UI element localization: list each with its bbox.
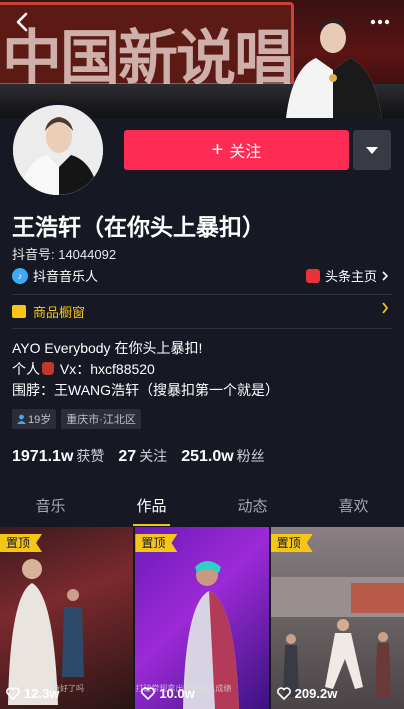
heart-icon <box>141 687 156 700</box>
video-likes: 209.2w <box>276 686 338 701</box>
profile-name: 王浩轩（在你头上暴扣） <box>12 215 265 241</box>
bio-line-2: 个人 Vx：hxcf88520 <box>12 359 279 380</box>
video-likes-count: 209.2w <box>294 686 338 701</box>
pinned-badge: 置顶 <box>135 534 178 552</box>
follow-button[interactable]: + 关注 <box>124 130 349 170</box>
pinned-badge: 置顶 <box>0 534 43 552</box>
likes-label: 获赞 <box>76 448 105 464</box>
bio-line-3: 围脖：王WANG浩轩（搜暴扣第一个就是） <box>12 382 280 398</box>
follow-label: 关注 <box>229 144 262 161</box>
following-stat[interactable]: 27 关注 <box>118 446 167 466</box>
toutiao-homepage-link[interactable]: 头条主页 <box>305 266 390 285</box>
likes-count: 1971.1w <box>12 448 74 465</box>
douyin-id: 抖音号: 14044092 <box>12 247 117 262</box>
video-grid: 置顶 备好了吗 12.3w 置顶 打破常规拿出我的惊人成绩 10.0w 置顶 2… <box>0 527 404 709</box>
avatar-image <box>13 105 103 195</box>
video-likes-count: 12.3w <box>24 686 60 701</box>
profile-stats: 1971.1w 获赞 27 关注 251.0w 粉丝 <box>12 446 279 466</box>
tab-works[interactable]: 作品 <box>101 492 202 526</box>
video-thumbnail[interactable]: 置顶 打破常规拿出我的惊人成绩 10.0w <box>135 527 269 709</box>
pinned-badge: 置顶 <box>270 534 313 552</box>
tab-music[interactable]: 音乐 <box>0 492 101 526</box>
video-likes: 10.0w <box>141 686 195 701</box>
likes-stat[interactable]: 1971.1w 获赞 <box>12 446 104 466</box>
heart-icon <box>6 687 20 700</box>
followers-count: 251.0w <box>181 448 234 465</box>
back-button[interactable] <box>10 10 34 34</box>
chevron-right-icon <box>382 270 389 281</box>
toutiao-label: 头条主页 <box>324 269 377 284</box>
divider <box>12 328 392 329</box>
recommend-dropdown-button[interactable] <box>353 130 391 170</box>
avatar[interactable] <box>10 102 106 198</box>
profile-tags: 19岁 重庆市·江北区 <box>12 409 141 429</box>
more-button[interactable] <box>368 10 392 34</box>
shop-window-label: 商品橱窗 <box>33 305 86 320</box>
shop-icon <box>12 305 26 318</box>
music-badge[interactable]: ♪ 抖音音乐人 <box>12 266 98 285</box>
tab-posts[interactable]: 动态 <box>202 492 303 526</box>
video-likes-count: 10.0w <box>159 686 195 701</box>
tab-liked[interactable]: 喜欢 <box>303 492 404 526</box>
location-tag: 重庆市·江北区 <box>61 409 141 429</box>
plus-icon: + <box>211 139 224 161</box>
followers-label: 粉丝 <box>236 448 265 464</box>
profile-banner: 中国新说唱 <box>0 0 404 118</box>
age-tag: 19岁 <box>12 409 57 429</box>
location-tag-label: 重庆市·江北区 <box>66 414 136 426</box>
video-thumbnail[interactable]: 置顶 209.2w <box>270 527 404 709</box>
backpack-icon <box>42 362 54 375</box>
more-dots-icon <box>370 19 390 25</box>
bio-line-2-prefix: 个人 <box>12 361 40 377</box>
following-count: 27 <box>118 448 137 465</box>
triangle-down-icon <box>366 146 378 154</box>
person-icon <box>17 414 26 424</box>
video-thumbnail[interactable]: 置顶 备好了吗 12.3w <box>0 527 134 709</box>
age-tag-label: 19岁 <box>28 414 52 426</box>
divider <box>12 294 392 295</box>
chevron-left-icon <box>16 12 28 32</box>
followers-stat[interactable]: 251.0w 粉丝 <box>181 446 264 466</box>
heart-icon <box>276 687 291 700</box>
music-note-icon: ♪ <box>12 267 28 284</box>
video-likes: 12.3w <box>6 686 59 701</box>
bio-line-2-suffix: Vx：hxcf88520 <box>59 361 155 377</box>
music-badge-label: 抖音音乐人 <box>33 269 99 284</box>
bio-line-1: AYO Everybody 在你头上暴扣! <box>12 340 203 356</box>
bio: AYO Everybody 在你头上暴扣! 个人 Vx：hxcf88520 围脖… <box>12 338 279 401</box>
following-label: 关注 <box>139 448 168 464</box>
profile-tabs: 音乐 作品 动态 喜欢 <box>0 492 404 526</box>
chevron-right-icon <box>382 302 389 314</box>
toutiao-icon <box>305 268 320 283</box>
video-figure <box>62 589 84 677</box>
shop-window-row[interactable]: 商品橱窗 <box>12 302 392 321</box>
